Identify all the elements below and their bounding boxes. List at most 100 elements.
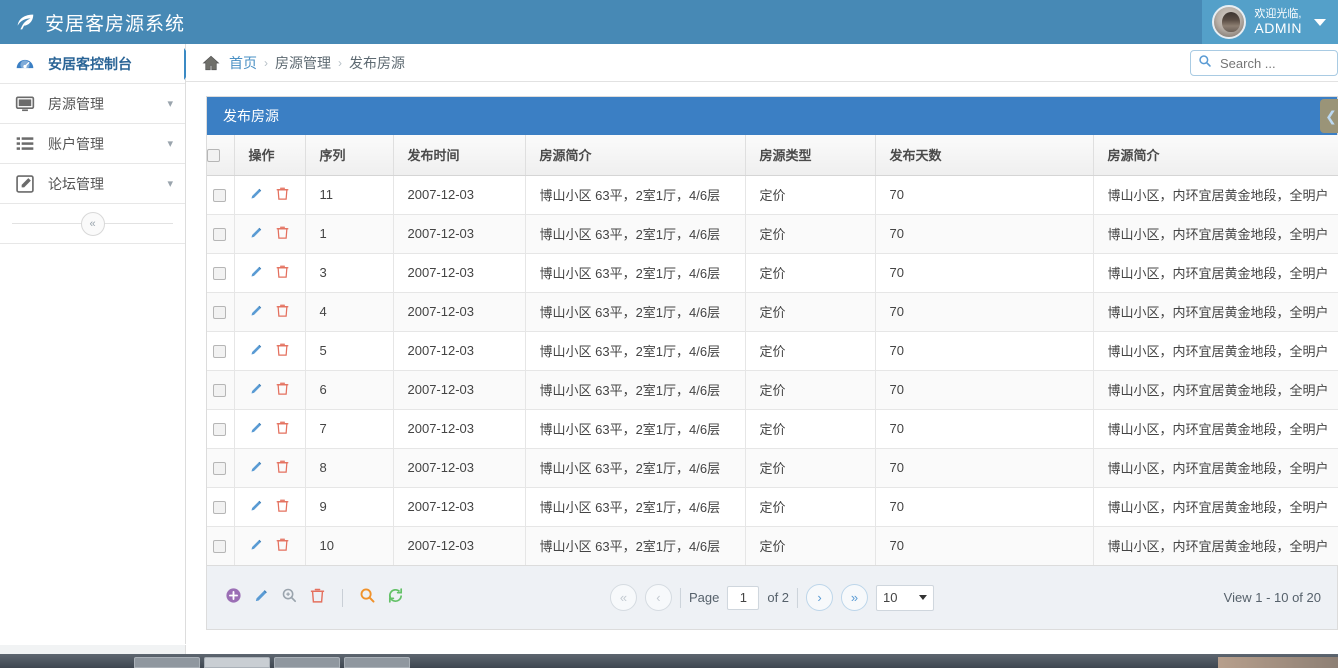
last-page-button[interactable]: »: [841, 584, 869, 611]
trash-icon[interactable]: [275, 459, 290, 477]
row-checkbox[interactable]: [213, 501, 227, 515]
table-row[interactable]: 5 2007-12-03 博山小区 63平，2室1厅，4/6层 定价 70 博山小区，内环…: [207, 331, 1338, 371]
taskbar-item[interactable]: [134, 657, 200, 668]
sidebar-item-house-management[interactable]: 房源管理 ▾: [0, 84, 185, 124]
column-header-operation[interactable]: 操作: [234, 135, 306, 176]
sidebar-item-account-management[interactable]: 账户管理 ▾: [0, 124, 185, 164]
row-checkbox[interactable]: [213, 267, 227, 281]
add-icon[interactable]: [225, 587, 242, 609]
table-row[interactable]: 8 2007-12-03 博山小区 63平，2室1厅，4/6层 定价 70 博山小区，内环…: [207, 448, 1338, 488]
taskbar-item[interactable]: [344, 657, 410, 668]
trash-icon[interactable]: [275, 225, 290, 243]
row-select-cell: [207, 487, 235, 527]
taskbar-item[interactable]: [204, 657, 270, 668]
row-actions-cell: [234, 175, 306, 215]
column-header-sequence[interactable]: 序列: [305, 135, 394, 176]
sidebar-collapse-button[interactable]: «: [80, 211, 105, 236]
pencil-icon[interactable]: [249, 186, 264, 204]
row-sequence: 1: [305, 214, 394, 254]
pencil-icon[interactable]: [249, 459, 264, 477]
column-header-description[interactable]: 房源简介: [525, 135, 746, 176]
table-row[interactable]: 10 2007-12-03 博山小区 63平，2室1厅，4/6层 定价 70 博山小区，内…: [207, 526, 1338, 565]
home-icon[interactable]: [202, 54, 229, 72]
brand-logo-area[interactable]: 安居客房源系统: [0, 0, 186, 44]
row-checkbox[interactable]: [213, 345, 227, 359]
row-type: 定价: [745, 253, 876, 293]
chevron-down-icon[interactable]: ▾: [167, 97, 173, 110]
trash-icon[interactable]: [275, 537, 290, 555]
row-description: 博山小区 63平，2室1厅，4/6层: [525, 331, 746, 371]
table-footer-pager: « ‹ Page of 2 › » 10 View 1 - 10 of 20: [207, 565, 1337, 629]
pencil-icon[interactable]: [249, 537, 264, 555]
breadcrumb-item-current: 发布房源: [349, 54, 405, 71]
user-menu[interactable]: 欢迎光临, ADMIN: [1202, 0, 1338, 44]
table-row[interactable]: 7 2007-12-03 博山小区 63平，2室1厅，4/6层 定价 70 博山小区，内环…: [207, 409, 1338, 449]
panel-side-toggle-button[interactable]: ❮: [1320, 99, 1338, 133]
breadcrumb-item-house-management[interactable]: 房源管理: [275, 53, 331, 73]
chevron-down-icon[interactable]: [1314, 18, 1326, 26]
row-checkbox[interactable]: [213, 540, 227, 554]
column-header-description-2[interactable]: 房源简介: [1093, 135, 1338, 176]
trash-icon[interactable]: [309, 587, 326, 609]
row-publish-days: 70: [875, 253, 1094, 293]
row-checkbox[interactable]: [213, 189, 227, 203]
search-box[interactable]: [1190, 50, 1338, 76]
table-scroll-container[interactable]: 操作 序列 发布时间 房源简介 房源类型 发布天数 房源简介 11 2007-12…: [207, 135, 1338, 565]
record-range-label: View 1 - 10 of 20: [1223, 590, 1321, 605]
pencil-icon[interactable]: [253, 587, 270, 609]
sidebar-item-forum-management[interactable]: 论坛管理 ▾: [0, 164, 185, 204]
row-checkbox[interactable]: [213, 384, 227, 398]
pencil-icon[interactable]: [249, 420, 264, 438]
sidebar-item-dashboard[interactable]: 安居客控制台: [0, 44, 195, 84]
select-all-header: [207, 135, 235, 176]
chevron-down-icon[interactable]: ▾: [167, 177, 173, 190]
pencil-icon[interactable]: [249, 225, 264, 243]
next-page-button[interactable]: ›: [806, 584, 834, 611]
pencil-icon[interactable]: [249, 342, 264, 360]
column-header-publish-time[interactable]: 发布时间: [393, 135, 526, 176]
row-checkbox[interactable]: [213, 423, 227, 437]
refresh-icon[interactable]: [387, 587, 404, 609]
first-page-button[interactable]: «: [609, 584, 637, 611]
zoom-in-icon[interactable]: [281, 587, 298, 609]
chevron-down-icon[interactable]: ▾: [167, 137, 173, 150]
row-description-2: 博山小区，内环宜居黄金地段，全明户: [1093, 175, 1338, 215]
pencil-icon[interactable]: [249, 381, 264, 399]
pencil-icon[interactable]: [249, 303, 264, 321]
table-row[interactable]: 1 2007-12-03 博山小区 63平，2室1厅，4/6层 定价 70 博山小区，内环…: [207, 214, 1338, 254]
pager-toolbar: [207, 587, 404, 609]
row-sequence: 9: [305, 487, 394, 527]
row-description-2: 博山小区，内环宜居黄金地段，全明户: [1093, 487, 1338, 527]
trash-icon[interactable]: [275, 303, 290, 321]
row-checkbox[interactable]: [213, 462, 227, 476]
column-header-publish-days[interactable]: 发布天数: [875, 135, 1094, 176]
trash-icon[interactable]: [275, 186, 290, 204]
search-input[interactable]: [1218, 54, 1328, 72]
page-number-input[interactable]: [727, 585, 760, 610]
panel-header: 发布房源 ❮: [207, 97, 1338, 135]
select-all-checkbox[interactable]: [207, 149, 220, 163]
pencil-icon[interactable]: [249, 498, 264, 516]
trash-icon[interactable]: [275, 342, 290, 360]
trash-icon[interactable]: [275, 381, 290, 399]
trash-icon[interactable]: [275, 264, 290, 282]
table-row[interactable]: 3 2007-12-03 博山小区 63平，2室1厅，4/6层 定价 70 博山小区，内环…: [207, 253, 1338, 293]
edit-square-icon: [14, 173, 36, 195]
pencil-icon[interactable]: [249, 264, 264, 282]
table-row[interactable]: 9 2007-12-03 博山小区 63平，2室1厅，4/6层 定价 70 博山小区，内环…: [207, 487, 1338, 527]
taskbar-item[interactable]: [274, 657, 340, 668]
page-size-select[interactable]: 10: [876, 584, 935, 611]
trash-icon[interactable]: [275, 498, 290, 516]
breadcrumb-item-home[interactable]: 首页: [229, 53, 257, 73]
row-checkbox[interactable]: [213, 306, 227, 320]
table-row[interactable]: 4 2007-12-03 博山小区 63平，2室1厅，4/6层 定价 70 博山小区，内环…: [207, 292, 1338, 332]
row-actions-cell: [234, 409, 306, 449]
search-icon[interactable]: [359, 587, 376, 609]
column-header-type[interactable]: 房源类型: [745, 135, 876, 176]
table-row[interactable]: 11 2007-12-03 博山小区 63平，2室1厅，4/6层 定价 70 博山小区，内…: [207, 175, 1338, 215]
trash-icon[interactable]: [275, 420, 290, 438]
table-row[interactable]: 6 2007-12-03 博山小区 63平，2室1厅，4/6层 定价 70 博山小区，内环…: [207, 370, 1338, 410]
sidebar-collapse-row: «: [0, 204, 185, 244]
row-checkbox[interactable]: [213, 228, 227, 242]
prev-page-button[interactable]: ‹: [644, 584, 672, 611]
